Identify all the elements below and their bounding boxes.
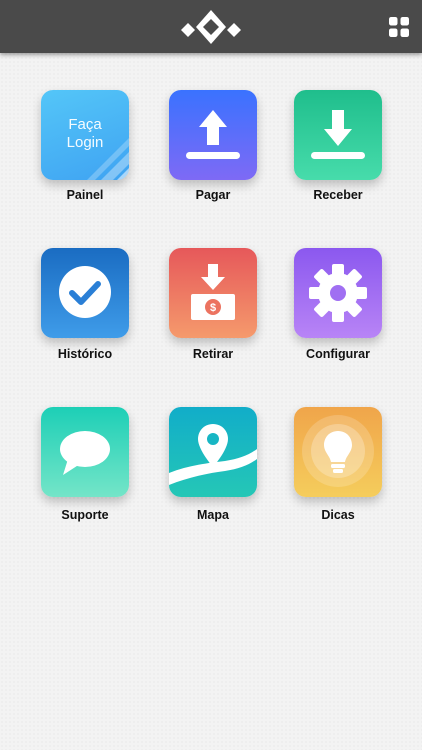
tile-label-retirar: Retirar [192,347,234,361]
tile-dicas[interactable] [294,407,382,497]
diamond-logo-icon [181,10,241,44]
svg-text:$: $ [210,302,216,314]
app-grid-button[interactable] [386,14,412,40]
tile-mapa[interactable] [169,407,257,497]
map-pin-icon [169,424,257,485]
check-icon [59,266,111,318]
tile-label-configurar: Configurar [306,347,370,361]
tile-label-suporte: Suporte [61,508,109,522]
tile-suporte[interactable] [41,407,129,497]
chat-bubble-icon [60,431,110,475]
tile-configurar[interactable] [294,248,382,338]
lightbulb-icon [302,415,374,487]
login-overlay-text: Faça Login [66,116,104,151]
top-bar [0,0,422,53]
tile-retirar[interactable]: $ [169,248,257,338]
tile-label-dicas: Dicas [321,508,355,522]
tile-label-receber: Receber [313,188,363,202]
tile-label-painel: Painel [66,188,104,202]
tile-pagar[interactable] [169,90,257,180]
tile-label-historico: Histórico [57,347,113,361]
cash-withdraw-icon: $ [191,264,235,320]
tile-label-pagar: Pagar [195,188,231,202]
tile-painel[interactable]: Faça Login [41,90,129,180]
gear-icon [309,264,367,322]
download-icon [311,110,365,159]
grid-icon [389,17,409,37]
tile-label-mapa: Mapa [197,508,229,522]
tile-receber[interactable] [294,90,382,180]
upload-icon [186,110,240,159]
tile-historico[interactable] [41,248,129,338]
